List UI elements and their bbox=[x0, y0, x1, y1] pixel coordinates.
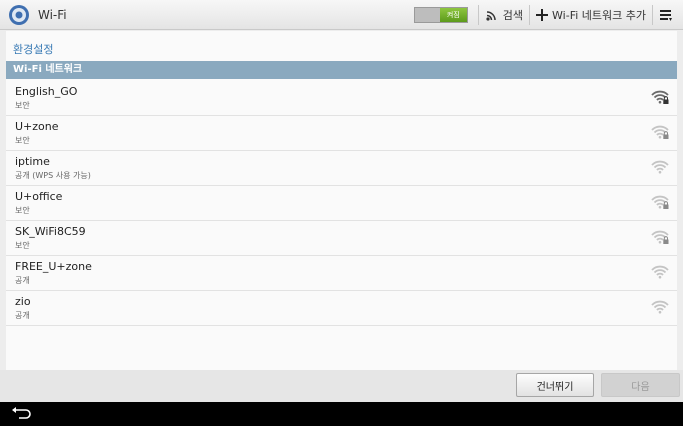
wifi-locked-signal-icon bbox=[651, 125, 669, 139]
network-security: 보안 bbox=[15, 136, 30, 145]
next-button[interactable]: 다음 bbox=[601, 373, 680, 397]
menu-icon bbox=[660, 9, 672, 21]
network-security: 보안 bbox=[15, 101, 30, 110]
wifi-toggle[interactable]: 켜짐 bbox=[413, 6, 468, 23]
network-row[interactable]: U+office 보안 bbox=[6, 186, 677, 221]
network-security: 공개 bbox=[15, 311, 30, 320]
network-row[interactable]: English_GO 보안 bbox=[6, 81, 677, 116]
add-network-button[interactable]: Wi-Fi 네트워크 추가 bbox=[530, 0, 652, 30]
network-security: 보안 bbox=[15, 241, 30, 250]
settings-gear-icon[interactable] bbox=[6, 2, 32, 28]
scan-button[interactable]: 검색 bbox=[479, 0, 529, 30]
network-row[interactable]: zio 공개 bbox=[6, 291, 677, 326]
network-ssid: U+office bbox=[15, 190, 63, 203]
network-security: 보안 bbox=[15, 206, 30, 215]
content-panel: 환경설정 Wi-Fi 네트워크 English_GO 보안 U+zone 보안 ipti… bbox=[6, 31, 677, 370]
list-header: Wi-Fi 네트워크 bbox=[6, 61, 677, 79]
wifi-toggle-label: 켜짐 bbox=[439, 7, 467, 22]
network-ssid: FREE_U+zone bbox=[15, 260, 92, 273]
scan-label: 검색 bbox=[502, 8, 524, 22]
network-row[interactable]: iptime 공개 (WPS 사용 가능) bbox=[6, 151, 677, 186]
plus-icon bbox=[536, 8, 549, 21]
skip-button[interactable]: 건너뛰기 bbox=[516, 373, 594, 397]
network-ssid: SK_WiFi8C59 bbox=[15, 225, 86, 238]
network-ssid: English_GO bbox=[15, 85, 78, 98]
wifi-locked-signal-icon bbox=[651, 90, 669, 104]
action-bar: Wi-Fi 켜짐 검색 Wi-Fi 네트워크 추가 bbox=[0, 0, 683, 30]
network-row[interactable]: U+zone 보안 bbox=[6, 116, 677, 151]
network-ssid: zio bbox=[15, 295, 31, 308]
wifi-locked-signal-icon bbox=[651, 195, 669, 209]
wifi-scan-icon bbox=[486, 10, 496, 21]
wifi-signal-icon bbox=[651, 300, 669, 314]
overflow-menu-button[interactable] bbox=[653, 0, 683, 30]
network-security: 공개 (WPS 사용 가능) bbox=[15, 171, 91, 180]
back-icon[interactable] bbox=[10, 406, 32, 422]
wifi-signal-icon bbox=[651, 265, 669, 279]
network-row[interactable]: SK_WiFi8C59 보안 bbox=[6, 221, 677, 256]
network-ssid: iptime bbox=[15, 155, 50, 168]
network-security: 공개 bbox=[15, 276, 30, 285]
app-title: Wi-Fi bbox=[38, 7, 67, 22]
network-list: English_GO 보안 U+zone 보안 iptime 공개 (WPS 사용 가능)… bbox=[6, 81, 677, 326]
wifi-signal-icon bbox=[651, 160, 669, 174]
system-nav-bar bbox=[0, 402, 683, 426]
add-network-label: Wi-Fi 네트워크 추가 bbox=[552, 8, 646, 22]
section-title: 환경설정 bbox=[13, 43, 54, 56]
wifi-locked-signal-icon bbox=[651, 230, 669, 244]
network-ssid: U+zone bbox=[15, 120, 59, 133]
network-row[interactable]: FREE_U+zone 공개 bbox=[6, 256, 677, 291]
button-bar: 건너뛰기 다음 bbox=[0, 370, 683, 402]
